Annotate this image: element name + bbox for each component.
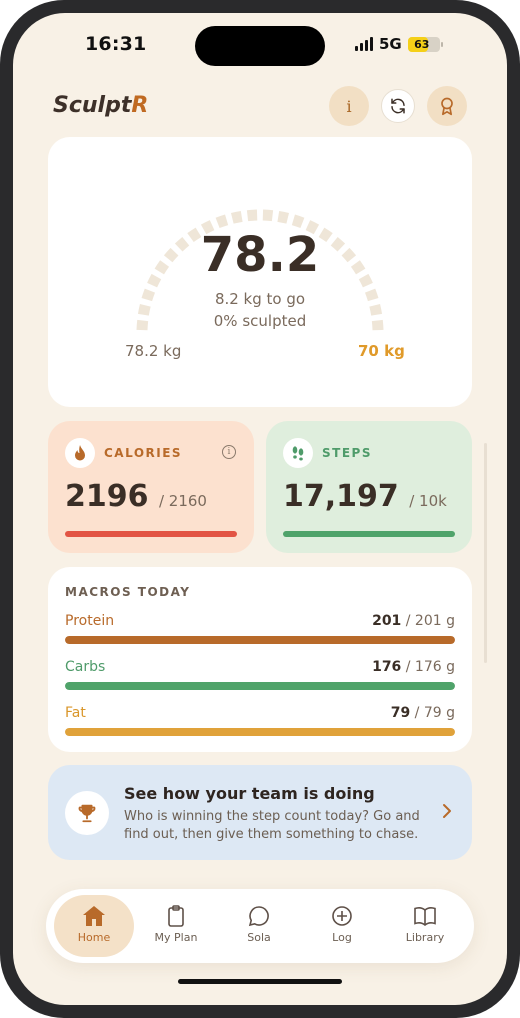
info-icon: i (346, 96, 352, 116)
flame-icon (65, 438, 95, 468)
tab-label: Sola (247, 931, 271, 944)
gauge-segment (230, 210, 243, 224)
plus-circle-icon (332, 906, 352, 926)
tab-home[interactable]: Home (54, 895, 134, 957)
signal-icon (355, 37, 373, 51)
phone-frame: 16:31 5G 63 SculptR i 78.2 8.2 kg to go … (0, 0, 520, 1018)
tab-my-plan[interactable]: My Plan (136, 895, 216, 957)
status-time: 16:31 (85, 33, 147, 55)
team-description: Who is winning the step count today? Go … (124, 809, 420, 842)
steps-value: 17,197 (283, 479, 399, 514)
steps-goal: / 10k (409, 492, 447, 510)
weight-gauge-card[interactable]: 78.2 8.2 kg to go 0% sculpted 78.2 kg 70… (48, 137, 472, 407)
calories-info-icon[interactable]: i (222, 445, 236, 459)
macros-title: MACROS TODAY (65, 585, 191, 599)
macro-value: 79 / 79 g (390, 705, 455, 721)
gauge-segment (262, 209, 274, 222)
award-icon (441, 97, 453, 116)
status-indicators: 5G 63 (355, 35, 443, 53)
macro-row-fat: Fat 79 / 79 g (65, 705, 455, 736)
weight-to-go: 8.2 kg to go (214, 290, 306, 308)
app-logo: SculptR (53, 93, 149, 118)
macro-progress-bar (65, 728, 455, 736)
tab-label: My Plan (154, 931, 198, 944)
target-weight: 70 kg (358, 342, 405, 360)
trophy-icon (65, 791, 109, 835)
chevron-right-icon (443, 804, 451, 818)
dynamic-island (195, 26, 325, 66)
network-type: 5G (379, 35, 402, 53)
steps-progress-bar (283, 531, 455, 537)
tab-label: Library (405, 931, 445, 944)
current-weight: 78.2 (200, 227, 320, 283)
book-icon (414, 907, 436, 927)
screen: 16:31 5G 63 SculptR i 78.2 8.2 kg to go … (13, 13, 507, 1005)
start-weight: 78.2 kg (125, 342, 182, 360)
macro-row-protein: Protein 201 / 201 g (65, 613, 455, 644)
tab-label: Home (77, 931, 111, 944)
macro-name: Protein (65, 613, 115, 629)
bottom-tab-bar: Home My Plan Sola Log Library (46, 889, 474, 963)
macro-progress-bar (65, 636, 455, 644)
sync-button[interactable] (381, 89, 415, 123)
calories-progress-bar (65, 531, 237, 537)
calories-label: CALORIES (104, 446, 183, 460)
gauge-segment (277, 210, 290, 224)
steps-label: STEPS (322, 446, 372, 460)
calories-value: 2196 (65, 479, 149, 514)
tab-log[interactable]: Log (302, 895, 382, 957)
macro-name: Carbs (65, 659, 106, 675)
team-card[interactable]: See how your team is doing Who is winnin… (48, 765, 472, 860)
battery-level: 63 (414, 37, 430, 51)
calories-card[interactable]: CALORIES i 2196 / 2160 (48, 421, 254, 553)
info-button[interactable]: i (329, 86, 369, 126)
steps-value-row: 17,197 / 10k (283, 479, 447, 514)
team-title: See how your team is doing (124, 784, 375, 803)
macro-name: Fat (65, 705, 86, 721)
clipboard-icon (168, 905, 184, 927)
macro-row-carbs: Carbs 176 / 176 g (65, 659, 455, 690)
gauge-segment (215, 214, 229, 229)
calories-goal: / 2160 (158, 492, 207, 510)
macro-progress-bar (65, 682, 455, 690)
sculpted-percent: 0% sculpted (213, 312, 307, 330)
footprints-icon (283, 438, 313, 468)
achievements-button[interactable] (427, 86, 467, 126)
battery-icon: 63 (407, 36, 443, 52)
macro-value: 201 / 201 g (372, 613, 455, 629)
macro-value: 176 / 176 g (372, 659, 455, 675)
tab-label: Log (332, 931, 352, 944)
steps-card[interactable]: STEPS 17,197 / 10k (266, 421, 472, 553)
home-indicator (178, 979, 342, 984)
refresh-icon (391, 98, 405, 114)
gauge-segment (291, 214, 305, 229)
macros-card[interactable]: MACROS TODAY Protein 201 / 201 g Carbs 1… (48, 567, 472, 752)
home-icon (83, 906, 105, 926)
scroll-indicator[interactable] (484, 443, 487, 663)
calories-value-row: 2196 / 2160 (65, 479, 207, 514)
tab-sola[interactable]: Sola (219, 895, 299, 957)
gauge-segment (246, 209, 258, 222)
chat-icon (248, 906, 269, 927)
tab-library[interactable]: Library (385, 895, 465, 957)
